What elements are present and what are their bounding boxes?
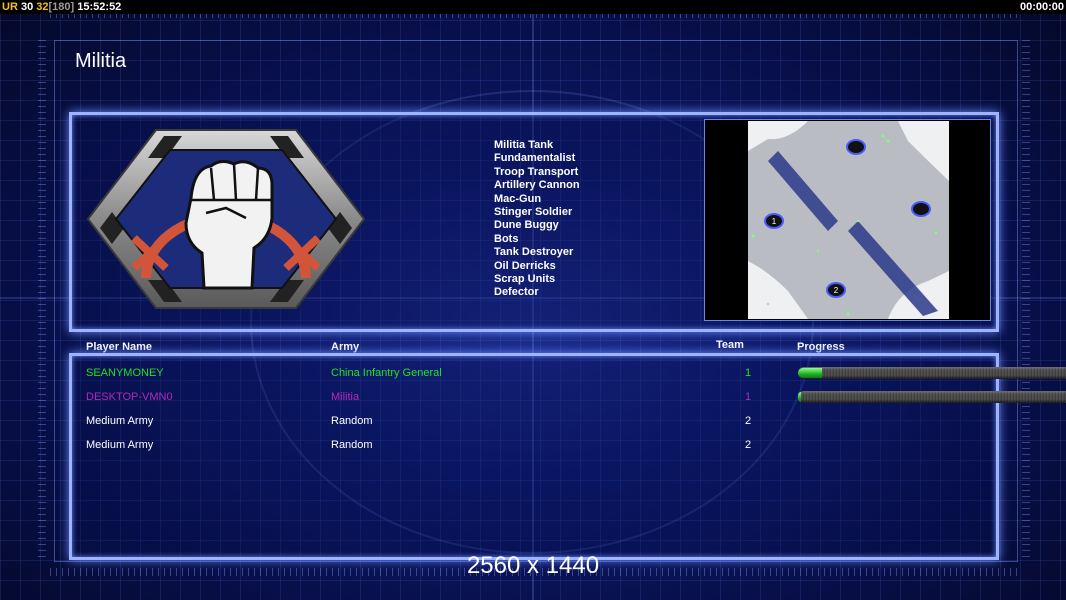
table-row: Medium Army Random 2 xyxy=(0,438,1066,458)
minimap-marker-1: 1 xyxy=(772,217,777,226)
player-team: 1 xyxy=(745,391,752,403)
list-item: Militia Tank xyxy=(494,139,554,151)
page-title: Militia xyxy=(75,50,127,72)
list-item: Stinger Soldier xyxy=(494,206,573,219)
list-item: Dune Buggy xyxy=(494,219,559,232)
player-army: Militia xyxy=(331,391,360,403)
table-row: SEANYMONEY China Infantry General 1 xyxy=(0,366,1066,386)
column-header-army: Army xyxy=(331,341,360,353)
player-team: 1 xyxy=(745,367,752,379)
fist-emblem-icon xyxy=(86,129,366,309)
status-value-a: 30 xyxy=(20,1,34,13)
column-header-team: Team xyxy=(716,339,744,351)
table-row: DESKTOP-VMN0 Militia 1 xyxy=(0,390,1066,410)
player-name: DESKTOP-VMN0 xyxy=(86,391,173,403)
player-army: Random xyxy=(331,439,373,451)
resolution-label: 2560 x 1440 xyxy=(466,552,600,579)
status-ur: UR xyxy=(2,1,18,13)
ruler-right xyxy=(1022,40,1030,560)
ruler-left xyxy=(38,40,46,560)
player-name: SEANYMONEY xyxy=(86,367,164,379)
list-item: Scrap Units xyxy=(494,273,556,286)
list-item: Defector xyxy=(494,286,539,299)
list-item: Fundamentalist xyxy=(494,152,576,165)
list-item: Bots xyxy=(494,232,519,245)
status-clock: 15:52:52 xyxy=(77,1,122,13)
minimap-marker-2: 2 xyxy=(834,286,839,295)
list-item: Oil Derricks xyxy=(494,259,556,272)
status-value-c: [180] xyxy=(48,1,75,13)
player-name: Medium Army xyxy=(86,439,154,451)
status-bar: UR 30 32[180] 15:52:52 00:00:00 xyxy=(0,0,1066,14)
player-army: Random xyxy=(331,415,373,427)
progress-bar xyxy=(798,391,1066,403)
minimap-terrain: 1 2 xyxy=(748,121,949,319)
column-header-player-name: Player Name xyxy=(86,341,153,353)
player-team: 2 xyxy=(745,439,752,451)
table-row: Medium Army Random 2 xyxy=(0,414,1066,434)
minimap: 1 2 xyxy=(704,119,991,321)
list-item: Troop Transport xyxy=(494,165,579,178)
status-timer: 00:00:00 xyxy=(1019,1,1064,13)
player-army: China Infantry General xyxy=(331,367,442,379)
progress-fill xyxy=(798,368,823,378)
status-value-b: 32 xyxy=(36,1,49,13)
progress-fill xyxy=(798,392,801,402)
list-item: Tank Destroyer xyxy=(494,246,574,259)
unit-list: Militia Tank Fundamentalist Troop Transp… xyxy=(494,139,580,300)
player-name: Medium Army xyxy=(86,415,154,427)
list-item: Artillery Cannon xyxy=(494,179,580,192)
status-left: UR 30 32[180] 15:52:52 xyxy=(2,0,121,14)
progress-bar xyxy=(798,367,1066,379)
column-header-progress: Progress xyxy=(797,341,845,353)
list-item: Mac-Gun xyxy=(494,192,542,205)
player-team: 2 xyxy=(745,415,752,427)
